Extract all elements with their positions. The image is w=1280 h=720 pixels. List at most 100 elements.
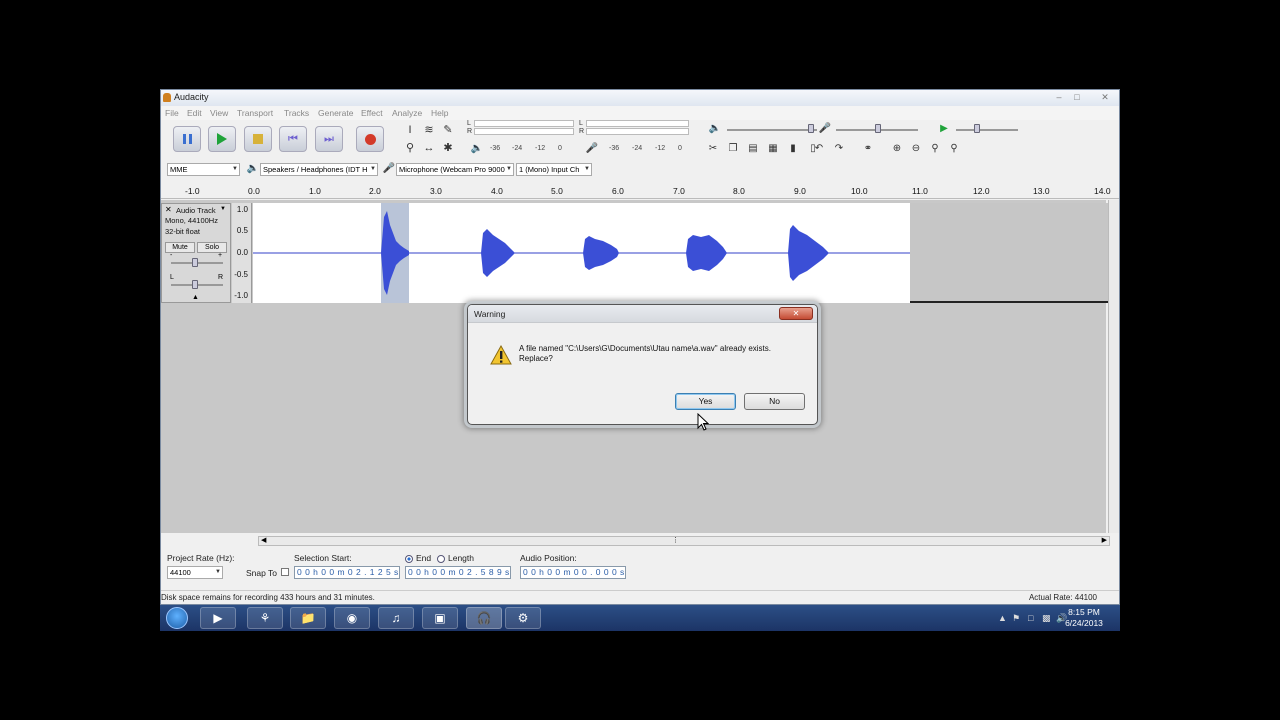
music-app-taskbar-icon[interactable]: ♫ [378, 607, 414, 629]
undo-icon[interactable]: ↶ [811, 141, 827, 157]
input-volume-thumb[interactable] [875, 124, 881, 133]
selection-end-field[interactable]: 0 0 h 0 0 m 0 2 . 5 8 9 s [405, 566, 511, 579]
menu-generate[interactable]: Generate [318, 108, 353, 118]
selection-start-field[interactable]: 0 0 h 0 0 m 0 2 . 1 2 5 s [294, 566, 400, 579]
sync-lock-icon[interactable]: ⚭ [860, 141, 876, 157]
audacity-taskbar-icon[interactable]: 🎧 [466, 607, 502, 629]
horizontal-scrollbar[interactable]: ◀ ⋮ ▶ [258, 536, 1110, 546]
menu-view[interactable]: View [210, 108, 228, 118]
chevron-down-icon[interactable]: ▼ [220, 206, 226, 212]
tray-expand-icon[interactable]: ▲ [998, 613, 1007, 623]
track-name-menu[interactable]: Audio Track [176, 206, 216, 215]
microphone-meter-icon[interactable]: 🎤 [584, 141, 600, 157]
waveform-canvas[interactable] [253, 203, 1108, 303]
chrome-taskbar-icon[interactable]: ◉ [334, 607, 370, 629]
end-radio[interactable] [405, 555, 413, 563]
copy-icon[interactable]: ❐ [725, 141, 741, 157]
explorer-taskbar-icon[interactable]: 📁 [290, 607, 326, 629]
pause-button[interactable] [173, 126, 201, 152]
vertical-scrollbar[interactable] [1108, 200, 1119, 533]
playback-meter-r[interactable] [586, 128, 689, 135]
length-label: Length [448, 553, 474, 563]
yes-button[interactable]: Yes [675, 393, 736, 410]
input-channels-select[interactable]: 1 (Mono) Input Ch ▼ [516, 163, 592, 176]
utau-taskbar-icon[interactable]: ⚘ [247, 607, 283, 629]
record-scale-24: -24 [632, 145, 643, 152]
collapse-track-icon[interactable]: ▲ [192, 294, 199, 301]
audio-host-select[interactable]: MME ▼ [167, 163, 240, 176]
paste-icon[interactable]: ▤ [745, 141, 761, 157]
output-device-select[interactable]: Speakers / Headphones (IDT H ▼ [260, 163, 378, 176]
settings-taskbar-icon[interactable]: ⚙ [505, 607, 541, 629]
action-center-icon[interactable]: ⚑ [1012, 613, 1020, 624]
play-at-speed-icon[interactable]: ▶ [936, 121, 952, 137]
project-rate-value: 44100 [170, 568, 191, 577]
track-close-icon[interactable]: ✕ [165, 205, 172, 214]
play-speed-slider[interactable] [956, 129, 1018, 131]
menu-bar: File Edit View Transport Tracks Generate… [161, 106, 1119, 120]
minimize-icon[interactable]: – [1053, 92, 1065, 102]
dialog-titlebar[interactable]: Warning ✕ [468, 305, 817, 323]
play-button[interactable] [208, 126, 236, 152]
scroll-grip-icon[interactable]: ⋮ [672, 536, 679, 544]
clock-date[interactable]: 6/24/2013 [1064, 618, 1104, 628]
ruler-tick: 11.0 [912, 186, 928, 196]
menu-file[interactable]: File [165, 108, 179, 118]
menu-tracks[interactable]: Tracks [284, 108, 309, 118]
notes-taskbar-icon[interactable]: ▣ [422, 607, 458, 629]
menu-edit[interactable]: Edit [187, 108, 202, 118]
speaker-meter-icon[interactable]: 🔈 [469, 141, 485, 157]
media-player-taskbar-icon[interactable]: ▶ [200, 607, 236, 629]
play-speed-thumb[interactable] [974, 124, 980, 133]
close-icon[interactable]: ✕ [1099, 92, 1111, 102]
network-icon[interactable]: ▩ [1042, 613, 1051, 624]
selection-tool-icon[interactable]: I [402, 123, 418, 137]
fit-selection-icon[interactable]: ⚲ [927, 141, 943, 157]
playback-scale-0: 0 [558, 145, 562, 152]
menu-effect[interactable]: Effect [361, 108, 383, 118]
window-titlebar[interactable]: Audacity – □ ✕ [161, 90, 1119, 106]
multi-tool-icon[interactable]: ✱ [440, 141, 456, 155]
envelope-tool-icon[interactable]: ≋ [421, 123, 437, 137]
silence-icon[interactable]: ▦ [765, 141, 781, 157]
start-button[interactable] [166, 607, 188, 629]
windows-taskbar: ▶ ⚘ 📁 ◉ ♫ ▣ 🎧 ⚙ ▲ ⚑ □ ▩ 🔊 8:15 PM 6/24/2… [160, 605, 1120, 631]
fit-project-icon[interactable]: ⚲ [946, 141, 962, 157]
record-meter-l[interactable] [474, 120, 574, 127]
maximize-icon[interactable]: □ [1071, 92, 1083, 102]
pan-slider-thumb[interactable] [192, 280, 198, 289]
zoom-tool-icon[interactable]: ⚲ [402, 141, 418, 155]
menu-help[interactable]: Help [431, 108, 448, 118]
stop-button[interactable] [244, 126, 272, 152]
output-volume-thumb[interactable] [808, 124, 814, 133]
length-radio[interactable] [437, 555, 445, 563]
skip-to-start-button[interactable]: ⏮ [279, 126, 307, 152]
snap-to-checkbox[interactable] [281, 568, 289, 576]
output-volume-slider[interactable] [727, 129, 817, 131]
record-button[interactable] [356, 126, 384, 152]
draw-tool-icon[interactable]: ✎ [440, 123, 456, 137]
zoom-out-icon[interactable]: ⊖ [908, 141, 924, 157]
trim-audio-icon[interactable]: ▮ [785, 141, 801, 157]
clock-time[interactable]: 8:15 PM [1064, 607, 1104, 617]
scroll-left-icon[interactable]: ◀ [261, 536, 266, 544]
redo-icon[interactable]: ↷ [831, 141, 847, 157]
audio-position-field[interactable]: 0 0 h 0 0 m 0 0 . 0 0 0 s [520, 566, 626, 579]
scroll-right-icon[interactable]: ▶ [1102, 536, 1107, 544]
gain-slider-thumb[interactable] [192, 258, 198, 267]
time-shift-tool-icon[interactable]: ↔ [421, 141, 437, 155]
dialog-close-button[interactable]: ✕ [779, 307, 813, 320]
solo-button[interactable]: Solo [197, 242, 227, 253]
project-rate-select[interactable]: 44100 ▼ [167, 566, 223, 579]
timeline-ruler[interactable]: -1.0 0.0 1.0 2.0 3.0 4.0 5.0 6.0 7.0 8.0… [161, 181, 1119, 199]
menu-transport[interactable]: Transport [237, 108, 273, 118]
menu-analyze[interactable]: Analyze [392, 108, 422, 118]
record-meter-r[interactable] [474, 128, 574, 135]
no-button[interactable]: No [744, 393, 805, 410]
skip-to-end-button[interactable]: ⏭ [315, 126, 343, 152]
playback-meter-l[interactable] [586, 120, 689, 127]
device-icon[interactable]: □ [1028, 613, 1033, 623]
trim-icon[interactable]: ✂ [705, 141, 721, 157]
zoom-in-icon[interactable]: ⊕ [889, 141, 905, 157]
input-device-select[interactable]: Microphone (Webcam Pro 9000 ▼ [396, 163, 514, 176]
